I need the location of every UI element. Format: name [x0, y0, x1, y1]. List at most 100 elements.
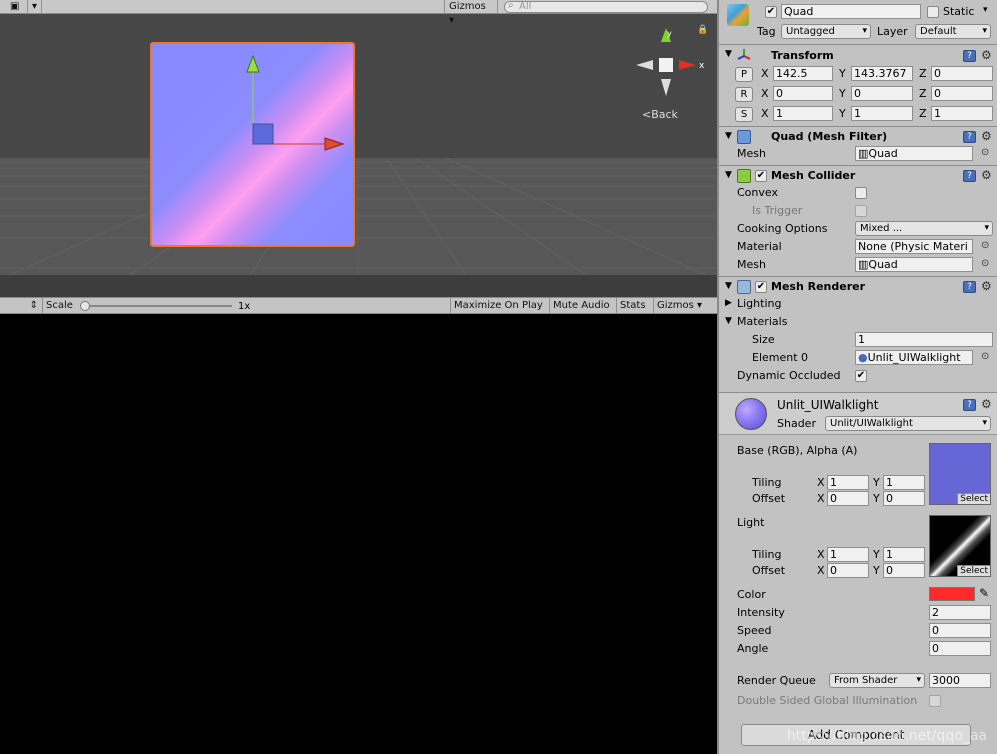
mesh-collider-enabled-checkbox[interactable]: ✔ — [755, 170, 767, 182]
static-dropdown-icon[interactable]: ▾ — [983, 5, 988, 15]
x-label: X — [817, 564, 825, 577]
maximize-on-play-button[interactable]: Maximize On Play — [450, 298, 546, 314]
mute-audio-button[interactable]: Mute Audio — [549, 298, 613, 314]
object-picker-icon[interactable]: ⊙ — [981, 350, 989, 364]
position-reset-button[interactable]: P — [735, 67, 753, 82]
lock-icon[interactable]: 🔒 — [697, 25, 708, 35]
object-picker-icon[interactable]: ⊙ — [981, 239, 989, 253]
gear-icon[interactable]: ⚙ — [981, 169, 992, 181]
display-select-icon[interactable]: ⇕ — [0, 298, 42, 314]
scale-slider[interactable] — [82, 305, 232, 307]
materials-foldout[interactable]: Materials — [737, 315, 787, 329]
light-offset-x-field[interactable]: 0 — [827, 563, 869, 578]
gear-icon[interactable]: ⚙ — [981, 49, 992, 61]
scene-view[interactable]: y x <Back 🔒 ▣ ▾ Gizmos ▾ All ⌕ — [0, 0, 717, 275]
stats-button[interactable]: Stats — [616, 298, 649, 314]
transform-component: ▼ Transform ? ⚙ P X 142.5 Y 143.3767 Z 0… — [719, 44, 997, 126]
foldout-arrow-icon[interactable]: ▼ — [725, 281, 732, 291]
game-view[interactable] — [0, 314, 717, 754]
light-offset-y-field[interactable]: 0 — [883, 563, 925, 578]
angle-field[interactable]: 0 — [929, 641, 991, 656]
help-icon[interactable]: ? — [963, 281, 976, 293]
mesh-filter-component: ▼ Quad (Mesh Filter) ? ⚙ Mesh ▥Quad ⊙ — [719, 126, 997, 165]
mesh-renderer-enabled-checkbox[interactable]: ✔ — [755, 281, 767, 293]
help-icon[interactable]: ? — [963, 131, 976, 143]
rotation-z-field[interactable]: 0 — [931, 86, 993, 101]
object-name-field[interactable]: Quad — [781, 4, 921, 19]
intensity-field[interactable]: 2 — [929, 605, 991, 620]
mesh-filter-title[interactable]: Quad (Mesh Filter) — [771, 130, 887, 144]
lighting-foldout[interactable]: Lighting — [737, 297, 781, 311]
cooking-options-dropdown[interactable]: Mixed ... — [855, 221, 993, 236]
select-texture-button[interactable]: Select — [957, 565, 990, 576]
collider-mesh-field[interactable]: ▥Quad — [855, 257, 973, 272]
scale-slider-handle[interactable] — [80, 301, 90, 311]
scene-search-input[interactable]: All — [504, 1, 708, 13]
active-checkbox[interactable]: ✔ — [765, 6, 777, 18]
light-texture-slot[interactable]: Select — [929, 515, 991, 577]
render-queue-field[interactable]: 3000 — [929, 673, 991, 688]
layer-label: Layer — [877, 25, 908, 38]
dynamic-occluded-checkbox[interactable]: ✔ — [855, 370, 867, 382]
foldout-arrow-icon[interactable]: ▼ — [725, 170, 732, 180]
position-z-field[interactable]: 0 — [931, 66, 993, 81]
chevron-down-icon[interactable]: ▾ — [28, 0, 42, 14]
game-gizmos-button[interactable]: Gizmos ▾ — [653, 298, 717, 314]
move-gizmo[interactable] — [150, 42, 355, 247]
materials-size-field[interactable]: 1 — [855, 332, 993, 347]
help-icon[interactable]: ? — [963, 50, 976, 62]
mesh-field[interactable]: ▥Quad — [855, 146, 973, 161]
orientation-gizmo-icon[interactable]: y x — [632, 24, 712, 106]
render-queue-label: Render Queue — [737, 674, 816, 687]
object-picker-icon[interactable]: ⊙ — [981, 146, 989, 160]
gear-icon[interactable]: ⚙ — [981, 398, 992, 410]
select-texture-button[interactable]: Select — [957, 493, 990, 504]
convex-checkbox[interactable] — [855, 187, 867, 199]
physic-material-field[interactable]: None (Physic Materi — [855, 239, 973, 254]
foldout-arrow-icon[interactable]: ▼ — [725, 49, 732, 59]
scene-gizmos-button[interactable]: Gizmos ▾ — [444, 0, 498, 26]
mesh-collider-title[interactable]: Mesh Collider — [771, 169, 855, 183]
position-y-field[interactable]: 143.3767 — [851, 66, 913, 81]
foldout-arrow-icon[interactable]: ▼ — [725, 131, 732, 141]
help-icon[interactable]: ? — [963, 170, 976, 182]
image-icon[interactable]: ▣ — [6, 0, 28, 14]
z-label: Z — [919, 87, 927, 100]
transform-title[interactable]: Transform — [771, 49, 834, 63]
scale-y-field[interactable]: 1 — [851, 106, 913, 121]
rotation-y-field[interactable]: 0 — [851, 86, 913, 101]
gear-icon[interactable]: ⚙ — [981, 130, 992, 142]
eyedropper-icon[interactable]: ✎ — [979, 586, 989, 600]
help-icon[interactable]: ? — [963, 399, 976, 411]
back-view-label[interactable]: <Back — [642, 108, 678, 121]
tag-dropdown[interactable]: Untagged — [781, 24, 871, 39]
shader-dropdown[interactable]: Unlit/UIWalklight — [825, 416, 991, 431]
light-tiling-y-field[interactable]: 1 — [883, 547, 925, 562]
position-x-field[interactable]: 142.5 — [773, 66, 833, 81]
light-tiling-x-field[interactable]: 1 — [827, 547, 869, 562]
layer-dropdown[interactable]: Default — [915, 24, 991, 39]
mesh-renderer-title[interactable]: Mesh Renderer — [771, 280, 865, 294]
render-queue-dropdown[interactable]: From Shader — [829, 673, 925, 688]
mesh-renderer-icon — [737, 280, 751, 294]
gear-icon[interactable]: ⚙ — [981, 280, 992, 292]
foldout-arrow-icon[interactable]: ▶ — [725, 298, 732, 308]
element0-field[interactable]: ●Unlit_UIWalklight — [855, 350, 973, 365]
foldout-arrow-icon[interactable]: ▼ — [725, 316, 732, 326]
base-offset-y-field[interactable]: 0 — [883, 491, 925, 506]
rotation-reset-button[interactable]: R — [735, 87, 753, 102]
rotation-x-field[interactable]: 0 — [773, 86, 833, 101]
speed-field[interactable]: 0 — [929, 623, 991, 638]
object-picker-icon[interactable]: ⊙ — [981, 257, 989, 271]
scale-x-field[interactable]: 1 — [773, 106, 833, 121]
intensity-label: Intensity — [737, 606, 785, 619]
scale-z-field[interactable]: 1 — [931, 106, 993, 121]
base-offset-x-field[interactable]: 0 — [827, 491, 869, 506]
base-tiling-x-field[interactable]: 1 — [827, 475, 869, 490]
base-tiling-y-field[interactable]: 1 — [883, 475, 925, 490]
base-texture-slot[interactable]: Select — [929, 443, 991, 505]
z-label: Z — [919, 67, 927, 80]
static-checkbox[interactable] — [927, 6, 939, 18]
color-swatch[interactable] — [929, 587, 975, 601]
scale-reset-button[interactable]: S — [735, 107, 753, 122]
